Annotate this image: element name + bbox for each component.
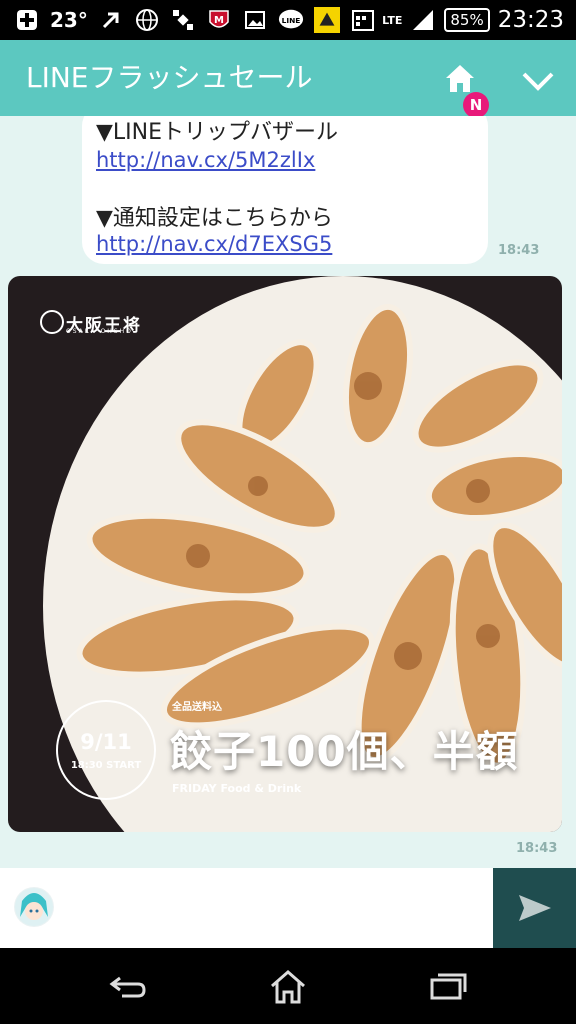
chat-header: LINEフラッシュセール N — [0, 40, 576, 118]
avatar-icon — [15, 888, 53, 926]
message-input-bar — [0, 868, 576, 948]
notification-app-icon — [313, 7, 340, 33]
navigation-bar — [0, 948, 576, 1024]
chat-area[interactable]: ▼LINEトリップバザール http://nav.cx/5M2zlIx ▼通知設… — [0, 116, 576, 868]
message-line: ▼通知設定はこちらから — [96, 206, 333, 231]
message-link[interactable]: http://nav.cx/5M2zlIx — [96, 148, 315, 172]
battery-icon: 85% — [444, 8, 490, 32]
promo-small-label: 全品送料込 — [172, 702, 222, 713]
send-icon — [518, 895, 551, 921]
message-input[interactable] — [66, 878, 490, 938]
chevron-down-button[interactable] — [518, 60, 558, 100]
svg-text:M: M — [214, 15, 224, 26]
notification-badge: N — [463, 92, 489, 118]
chat-title: LINEフラッシュセール — [26, 61, 313, 94]
temperature-text: 23° — [50, 8, 88, 32]
back-button[interactable] — [106, 966, 150, 1006]
clock: 23:23 — [497, 7, 564, 33]
promo-date: 9/11 — [80, 730, 132, 754]
globe-icon — [134, 7, 160, 33]
brand-logo-icon — [40, 310, 64, 334]
status-right: LTE 85% 23:23 — [382, 0, 564, 40]
network-type: LTE — [382, 13, 403, 27]
status-bar: 23° M LINE LTE 85% 23:23 — [0, 0, 576, 40]
promo-time: 18:30 START — [70, 760, 142, 771]
promo-headline: 餃子100個、半額 — [170, 727, 519, 776]
avatar-button[interactable] — [14, 887, 54, 927]
home-nav-button[interactable] — [266, 966, 310, 1006]
message-bubble: ▼LINEトリップバザール http://nav.cx/5M2zlIx ▼通知設… — [82, 116, 488, 264]
message-timestamp: 18:43 — [498, 243, 540, 258]
message-link[interactable]: http://nav.cx/d7EXSG5 — [96, 232, 332, 256]
recents-icon — [430, 973, 467, 1000]
svg-text:LINE: LINE — [281, 16, 300, 25]
date-badge: 9/11 18:30 START — [56, 700, 156, 800]
status-left: 23° M LINE — [14, 0, 376, 40]
promo-footer: FRIDAY Food & Drink — [172, 782, 302, 795]
message-line: ▼LINEトリップバザール — [96, 120, 339, 145]
send-button[interactable] — [493, 868, 576, 948]
promo-image[interactable]: 大阪王将 OSAKA OHSHO 9/11 18:30 START 全品送料込 … — [8, 276, 562, 832]
recents-button[interactable] — [426, 966, 470, 1006]
back-icon — [109, 976, 146, 998]
chevron-down-icon — [522, 72, 554, 91]
arrow-icon — [98, 7, 124, 33]
image-icon — [242, 7, 268, 33]
home-icon — [271, 970, 305, 1004]
brand-logo-subtext: OSAKA OHSHO — [66, 328, 133, 335]
calendar-icon — [350, 7, 376, 33]
line-icon: LINE — [278, 7, 304, 33]
mcafee-icon: M — [206, 7, 232, 33]
promo-timestamp: 18:43 — [516, 841, 558, 856]
signal-icon — [410, 7, 436, 33]
plus-icon — [14, 7, 40, 33]
satellite-icon — [170, 7, 196, 33]
